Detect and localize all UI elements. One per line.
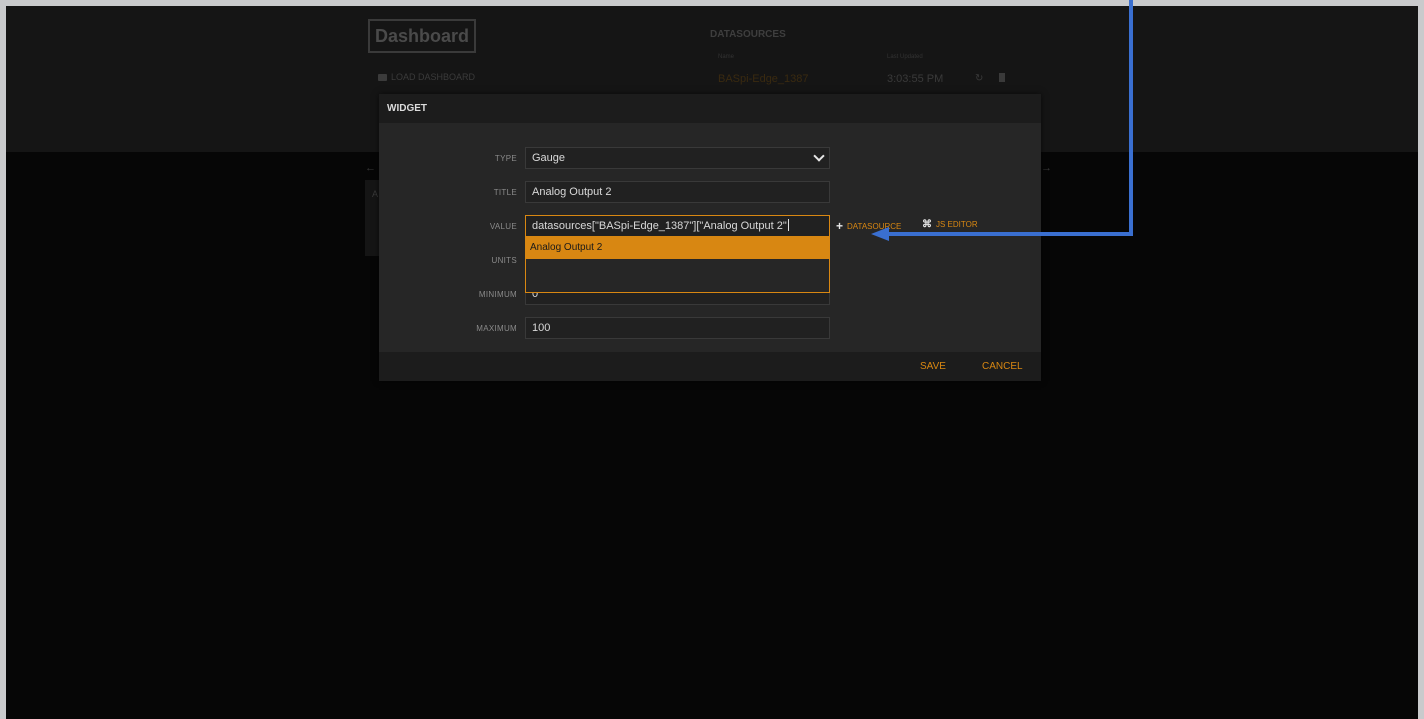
maximum-input-value: 100 [532, 322, 551, 334]
type-select-value: Gauge [532, 152, 566, 164]
dashboard-title: Dashboard [368, 19, 476, 53]
value-input[interactable]: datasources["BASpi-Edge_1387"]["Analog O… [525, 215, 830, 237]
save-button[interactable]: SAVE [920, 361, 946, 372]
refresh-icon[interactable]: ↻ [975, 73, 983, 84]
chevron-down-icon [813, 150, 825, 162]
annotation-arrow-vertical [1129, 0, 1133, 236]
units-label: UNITS [491, 256, 517, 265]
arrow-right-icon: → [1041, 162, 1052, 174]
modal-title: WIDGET [387, 103, 427, 114]
type-select[interactable]: Gauge [525, 147, 830, 169]
autocomplete-option[interactable]: Analog Output 2 [526, 237, 829, 259]
cancel-button[interactable]: CANCEL [982, 361, 1023, 372]
plus-icon: + [836, 219, 844, 233]
datasource-updated: 3:03:55 PM [887, 73, 944, 85]
value-label: VALUE [489, 222, 517, 231]
js-editor-button[interactable]: ⌘ JS EDITOR [922, 219, 978, 230]
arrow-left-icon: ← [365, 162, 376, 174]
title-label: TITLE [493, 188, 517, 197]
datasources-col-updated: Last Updated [887, 54, 923, 60]
value-input-text: datasources["BASpi-Edge_1387"]["Analog O… [532, 220, 787, 232]
annotation-arrowhead-icon [871, 227, 889, 241]
datasources-heading: DATASOURCES [710, 29, 786, 40]
datasource-name[interactable]: BASpi-Edge_1387 [718, 73, 809, 85]
datasources-col-name: Name [718, 54, 735, 60]
add-datasource-button[interactable]: + DATASOURCE [836, 219, 901, 233]
type-label: TYPE [494, 154, 517, 163]
text-caret [787, 219, 789, 231]
app-window: Dashboard LOAD DASHBOARD DATASOURCES Nam… [6, 6, 1418, 719]
autocomplete-dropdown: Analog Output 2 [525, 236, 830, 293]
maximum-label: MAXIMUM [476, 324, 517, 333]
modal-footer: SAVE CANCEL [379, 352, 1041, 381]
widget-modal: WIDGET TYPE Gauge TITLE Analog Output 2 … [379, 94, 1041, 381]
js-editor-label: JS EDITOR [936, 220, 978, 229]
title-input-value: Analog Output 2 [532, 186, 612, 198]
title-input[interactable]: Analog Output 2 [525, 181, 830, 203]
background-pane-text: A [372, 189, 379, 199]
code-icon: ⌘ [922, 219, 932, 230]
maximum-input[interactable]: 100 [525, 317, 830, 339]
modal-header: WIDGET [379, 94, 1041, 123]
folder-icon [378, 73, 387, 81]
load-dashboard-label: LOAD DASHBOARD [391, 72, 476, 82]
minimum-label: MINIMUM [478, 290, 517, 299]
annotation-arrow-horizontal [888, 232, 1133, 236]
trash-icon[interactable] [999, 73, 1005, 82]
load-dashboard-link[interactable]: LOAD DASHBOARD [378, 72, 475, 82]
